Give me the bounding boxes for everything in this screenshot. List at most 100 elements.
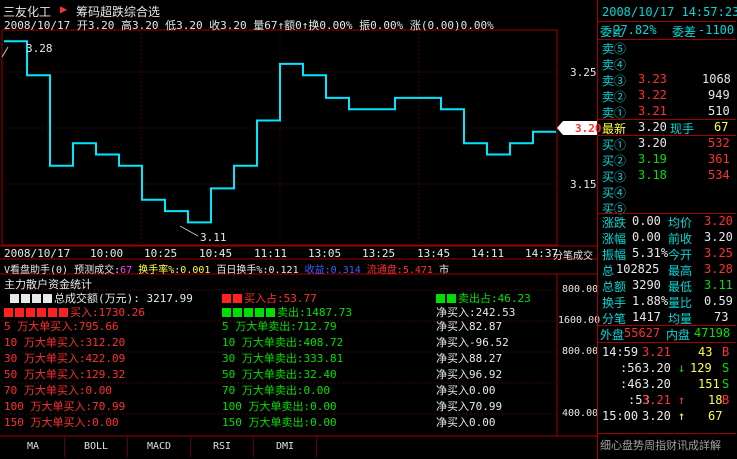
stat-label: 振幅 — [602, 248, 627, 262]
tick-price: 3.20 — [642, 361, 671, 375]
ohlc-line: 2008/10/17 开3.20 高3.20 低3.20 收3.20 量67↑额… — [4, 19, 494, 32]
big-order-net: 净买入96.92 — [436, 368, 503, 381]
legend-square-icon — [255, 308, 264, 317]
stat-row: 振幅 5.31% 今开 3.25 — [598, 246, 736, 262]
legend-square-icon — [244, 308, 253, 317]
stat-label: 今开 — [668, 248, 693, 262]
forecast-label: 预测成交: — [74, 265, 121, 276]
tick-row: :53 3.21 ↑ 18 B — [598, 393, 736, 409]
tick-row: 14:59 3.21 43 B — [598, 345, 736, 361]
panel-footer[interactable]: 细心盘势周指财讯成詳解 — [600, 437, 737, 453]
inner-label: 内盘 — [666, 328, 691, 342]
sell-level-row[interactable]: 卖① 3.21 510 — [598, 104, 736, 120]
buy-level-volume: 534 — [708, 168, 730, 182]
stat-value: 3.28 — [704, 262, 733, 276]
fund-axis-label: 800.00 — [562, 346, 599, 357]
sell-level-row[interactable]: 卖⑤ — [598, 40, 736, 56]
stat-label: 最高 — [668, 264, 693, 278]
latest-price: 3.20 — [638, 120, 667, 134]
tick-volume: 129 — [690, 361, 712, 375]
big-order-sell: 70 万大单卖出:0.00 — [222, 384, 330, 397]
outer-inner-row: 外盘 55627 内盘 47198 — [598, 326, 736, 342]
inner-value: 47198 — [694, 326, 731, 340]
buy-level-row[interactable]: 买① 3.20 532 — [598, 136, 736, 152]
quote-panel: 2008/10/17 14:57:23 委比 -27.82% 委差 -1100 … — [597, 0, 737, 459]
big-order-sell: 100 万大单卖出:0.00 — [222, 400, 337, 413]
tick-volume: 151 — [698, 377, 720, 391]
legend-square-icon — [32, 294, 41, 303]
stat-row: 总额 3290 最低 3.11 — [598, 278, 736, 294]
big-order-buy: 30 万大单买入:422.09 — [4, 352, 126, 365]
legend-square-icon — [233, 294, 242, 303]
big-order-buy: 5 万大单买入:795.66 — [4, 320, 119, 333]
current-hand-value: 67 — [714, 120, 729, 134]
fund-axis-label: 400.00 — [562, 408, 599, 419]
market-label: 市 — [438, 265, 449, 276]
tick-flag: S — [722, 361, 730, 375]
buy-level-row[interactable]: 买④ — [598, 184, 736, 200]
sell-level-price: 3.23 — [638, 72, 667, 86]
total-value: 3217.99 — [146, 292, 193, 305]
legend-square-icon — [15, 308, 24, 317]
legend-square-icon — [4, 308, 13, 317]
tab-rsi[interactable]: RSI — [191, 437, 254, 457]
hundred-label: 百日换手%: — [216, 265, 269, 276]
tick-time: :46 — [620, 377, 642, 391]
tick-flag: B — [722, 345, 730, 359]
tick-volume: 43 — [698, 345, 713, 359]
stat-label: 总额 — [602, 280, 627, 294]
time-axis-tick: 13:45 — [417, 247, 451, 260]
assistant-label[interactable]: V看盘助手(0) — [4, 265, 68, 276]
stat-label: 换手 — [602, 296, 627, 310]
big-order-buy: 150 万大单买入:0.00 — [4, 416, 119, 429]
tick-detail-label[interactable]: 分笔成交 — [553, 247, 593, 262]
sell-level-row[interactable]: 卖③ 3.23 1068 — [598, 72, 736, 88]
stat-value: 3290 — [632, 278, 661, 292]
ratio-row: 委比 -27.82% 委差 -1100 — [598, 23, 736, 39]
tick-price: 3.21 — [642, 345, 671, 359]
legend-square-icon — [266, 308, 275, 317]
sell-level-price: 3.21 — [638, 104, 667, 118]
sell-level-volume: 510 — [708, 104, 730, 118]
buy-level-row[interactable]: 买② 3.19 361 — [598, 152, 736, 168]
stat-value: 0.59 — [704, 294, 733, 308]
buy-level-label: 买① — [602, 138, 627, 152]
stat-value: 0.00 — [632, 214, 661, 228]
sell-level-row[interactable]: 卖④ — [598, 56, 736, 72]
stat-value: 3.20 — [704, 230, 733, 244]
sell-level-label: 卖② — [602, 90, 627, 104]
stat-value: 73 — [714, 310, 729, 324]
stat-value: 3.20 — [704, 214, 733, 228]
diff-value: -1100 — [698, 23, 735, 37]
tick-price: 3.21 — [642, 393, 671, 407]
big-order-buy: 10 万大单买入:312.20 — [4, 336, 126, 349]
tab-dmi[interactable]: DMI — [254, 437, 317, 457]
fund-axis-label: 1600.00 — [558, 315, 601, 326]
indicator-bar: V看盘助手(0) 预测成交:67 换手率%:0.001 百日换手%:0.121 … — [4, 265, 449, 276]
down-arrow-icon: ↓ — [678, 361, 686, 375]
panel-datetime: 2008/10/17 14:57:23 — [602, 5, 737, 19]
legend-square-icon — [222, 294, 231, 303]
tab-macd[interactable]: MACD — [128, 437, 191, 457]
big-order-net: 净买入82.87 — [436, 320, 503, 333]
legend-square-icon — [37, 308, 46, 317]
big-order-net: 净买入-96.52 — [436, 336, 509, 349]
stat-value: 5.31% — [632, 246, 669, 260]
tab-ma[interactable]: MA — [2, 437, 65, 457]
big-order-net: 净买入0.00 — [436, 416, 496, 429]
sell-level-label: 卖④ — [602, 58, 627, 72]
tick-time: 15:00 — [602, 409, 639, 423]
legend-square-icon — [48, 308, 57, 317]
diff-label: 委差 — [672, 25, 697, 39]
stat-value: 1417 — [632, 310, 661, 324]
buy-level-price: 3.18 — [638, 168, 667, 182]
buy-level-row[interactable]: 买③ 3.18 534 — [598, 168, 736, 184]
sell-level-row[interactable]: 卖② 3.22 949 — [598, 88, 736, 104]
stat-value: 3.11 — [704, 278, 733, 292]
ratio-value: -27.82% — [606, 23, 657, 37]
indicator-arrow-icon[interactable]: ▶ — [60, 2, 67, 16]
high-marker-label: 3.28 — [26, 42, 53, 55]
tab-boll[interactable]: BOLL — [65, 437, 128, 457]
low-marker-label: 3.11 — [200, 231, 227, 244]
big-order-buy: 100 万大单买入:70.99 — [4, 400, 126, 413]
